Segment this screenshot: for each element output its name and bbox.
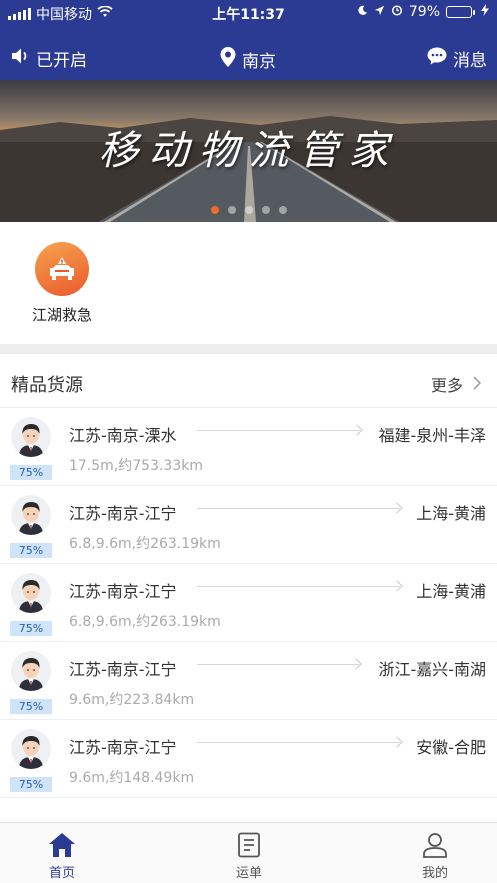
driver-avatar bbox=[11, 573, 51, 613]
city-label: 南京 bbox=[242, 52, 276, 72]
rating-badge: 75% bbox=[10, 621, 52, 636]
battery-percent: 79% bbox=[408, 4, 440, 20]
destination-label: 上海-黄浦 bbox=[416, 504, 486, 523]
location-arrow-icon bbox=[374, 4, 385, 20]
quick-entry-label: 江湖救急 bbox=[31, 306, 92, 324]
cargo-list: 75% 江苏-南京-溧水 福建-泉州-丰泽 17.5m,约753.33km 75% 江苏-… bbox=[0, 408, 497, 798]
profile-icon bbox=[395, 831, 475, 859]
battery-icon bbox=[446, 6, 475, 18]
cargo-meta: 9.6m,约223.84km bbox=[69, 692, 195, 708]
rating-badge: 75% bbox=[10, 543, 52, 558]
chevron-right-icon bbox=[473, 375, 482, 394]
origin-label: 江苏-南京-江宁 bbox=[69, 582, 177, 601]
cargo-meta: 17.5m,约753.33km bbox=[69, 458, 203, 474]
promo-banner[interactable]: 移动物流管家 bbox=[0, 80, 497, 222]
charging-icon bbox=[481, 4, 489, 20]
destination-label: 福建-泉州-丰泽 bbox=[378, 426, 486, 445]
tab-home[interactable]: 首页 bbox=[22, 831, 102, 881]
tab-bar: 首页 运单 我的 bbox=[0, 822, 497, 883]
cargo-row[interactable]: 75% 江苏-南京-江宁 安徽-合肥 9.6m,约148.49km bbox=[0, 720, 497, 798]
origin-label: 江苏-南京-江宁 bbox=[69, 660, 177, 679]
more-label: 更多 bbox=[430, 376, 463, 395]
cargo-meta: 6.8,9.6m,约263.19km bbox=[69, 536, 221, 552]
driver-avatar bbox=[11, 651, 51, 691]
cargo-row[interactable]: 75% 江苏-南京-江宁 上海-黄浦 6.8,9.6m,约263.19km bbox=[0, 564, 497, 642]
route-arrow-icon bbox=[197, 430, 360, 431]
banner-pagination bbox=[0, 206, 497, 214]
chat-icon bbox=[426, 46, 448, 71]
pagination-dot[interactable] bbox=[278, 206, 287, 214]
cargo-row[interactable]: 75% 江苏-南京-溧水 福建-泉州-丰泽 17.5m,约753.33km bbox=[0, 408, 497, 486]
section-divider bbox=[0, 344, 497, 354]
city-selector[interactable]: 南京 bbox=[219, 46, 276, 73]
rating-badge: 75% bbox=[10, 465, 52, 480]
rating-badge: 75% bbox=[10, 699, 52, 714]
voice-toggle-button[interactable]: 已开启 bbox=[10, 46, 87, 71]
origin-label: 江苏-南京-溧水 bbox=[69, 426, 177, 445]
nav-bar: 已开启 南京 消息 bbox=[0, 40, 497, 76]
destination-label: 上海-黄浦 bbox=[416, 582, 486, 601]
route-arrow-icon bbox=[197, 664, 359, 665]
rating-badge: 75% bbox=[10, 777, 52, 792]
route-arrow-icon bbox=[197, 508, 400, 509]
quick-entry-panel: 江湖救急 bbox=[0, 222, 497, 344]
messages-label: 消息 bbox=[453, 51, 487, 71]
tab-profile[interactable]: 我的 bbox=[395, 831, 475, 881]
section-title: 精品货源 bbox=[11, 375, 83, 396]
more-button[interactable]: 更多 bbox=[430, 372, 482, 396]
driver-avatar bbox=[11, 417, 51, 457]
cargo-row[interactable]: 75% 江苏-南京-江宁 上海-黄浦 6.8,9.6m,约263.19km bbox=[0, 486, 497, 564]
rescue-car-icon bbox=[35, 242, 89, 296]
alarm-icon bbox=[391, 4, 403, 20]
pagination-dot[interactable] bbox=[244, 206, 253, 214]
route-arrow-icon bbox=[197, 742, 400, 743]
origin-label: 江苏-南京-江宁 bbox=[69, 738, 177, 757]
driver-avatar bbox=[11, 729, 51, 769]
cargo-section-header: 精品货源 更多 bbox=[0, 354, 497, 408]
pagination-dot[interactable] bbox=[227, 206, 236, 214]
status-bar: 中国移动 上午11:37 79% bbox=[0, 0, 497, 26]
tab-waybill[interactable]: 运单 bbox=[209, 831, 289, 881]
pagination-dot[interactable] bbox=[261, 206, 270, 214]
cargo-meta: 9.6m,约148.49km bbox=[69, 770, 195, 786]
tab-label: 首页 bbox=[48, 866, 75, 881]
tab-label: 运单 bbox=[235, 866, 262, 881]
home-icon bbox=[22, 831, 102, 859]
cargo-meta: 6.8,9.6m,约263.19km bbox=[69, 614, 221, 630]
waybill-icon bbox=[209, 831, 289, 859]
moon-icon bbox=[357, 4, 368, 20]
cargo-row[interactable]: 75% 江苏-南京-江宁 浙江-嘉兴-南湖 9.6m,约223.84km bbox=[0, 642, 497, 720]
voice-status-label: 已开启 bbox=[36, 51, 87, 71]
origin-label: 江苏-南京-江宁 bbox=[69, 504, 177, 523]
driver-avatar bbox=[11, 495, 51, 535]
banner-title: 移动物流管家 bbox=[98, 128, 399, 174]
quick-entry-rescue[interactable]: 江湖救急 bbox=[30, 242, 94, 325]
messages-button[interactable]: 消息 bbox=[426, 46, 487, 71]
speaker-icon bbox=[10, 46, 32, 71]
destination-label: 浙江-嘉兴-南湖 bbox=[378, 660, 486, 679]
tab-label: 我的 bbox=[421, 866, 448, 881]
app-header: 中国移动 上午11:37 79% 已开启 南京 消息 bbox=[0, 0, 497, 80]
destination-label: 安徽-合肥 bbox=[416, 738, 486, 757]
location-pin-icon bbox=[219, 46, 237, 73]
route-arrow-icon bbox=[197, 586, 400, 587]
pagination-dot[interactable] bbox=[210, 206, 219, 214]
